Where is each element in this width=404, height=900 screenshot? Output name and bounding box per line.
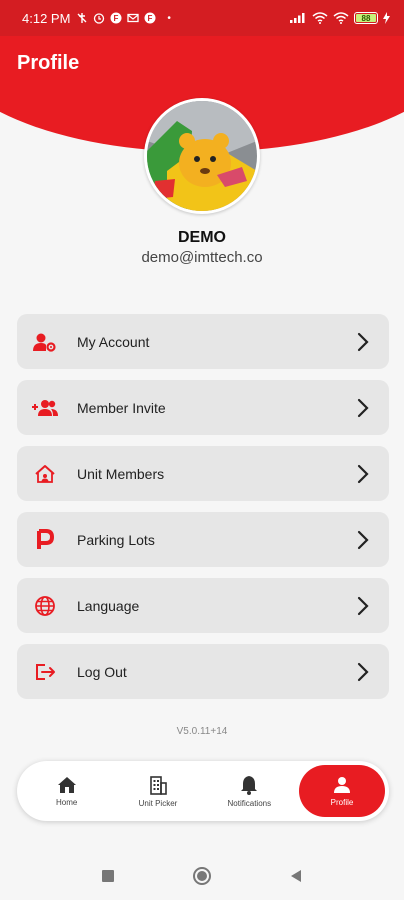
menu-item-parking-lots[interactable]: Parking Lots bbox=[17, 512, 389, 567]
page-title: Profile bbox=[17, 52, 80, 74]
user-name: DEMO bbox=[178, 229, 226, 246]
nav-label: Unit Picker bbox=[138, 798, 178, 808]
wifi-icon bbox=[333, 12, 349, 24]
charging-icon bbox=[383, 12, 390, 24]
menu-item-label: Log Out bbox=[77, 663, 127, 680]
signal-icon bbox=[290, 13, 305, 23]
alarm-icon bbox=[94, 13, 105, 24]
globe-icon bbox=[31, 592, 59, 620]
back-button[interactable] bbox=[286, 866, 306, 886]
menu-item-label: Member Invite bbox=[77, 399, 166, 416]
avatar[interactable] bbox=[144, 98, 260, 214]
app-notification-icon: F bbox=[144, 12, 156, 24]
square-icon bbox=[102, 870, 114, 882]
nav-notifications[interactable]: Notifications bbox=[204, 765, 295, 817]
nav-label: Home bbox=[55, 797, 78, 807]
home-system-button[interactable] bbox=[192, 866, 212, 886]
home-user-icon bbox=[31, 460, 59, 488]
bottom-nav: Home Unit Picker Notifications Profile bbox=[17, 761, 389, 821]
recents-button[interactable] bbox=[98, 866, 118, 886]
add-users-icon bbox=[31, 394, 59, 422]
app-version: V5.0.11+14 bbox=[176, 726, 228, 737]
profile-menu: My Account Member Invite Unit Members Pa… bbox=[17, 314, 389, 710]
nav-label: Notifications bbox=[227, 798, 272, 808]
chevron-right-icon bbox=[357, 662, 369, 681]
parking-icon bbox=[31, 526, 59, 554]
back-triangle-icon bbox=[291, 870, 301, 882]
avatar-image bbox=[147, 101, 257, 211]
menu-item-member-invite[interactable]: Member Invite bbox=[17, 380, 389, 435]
user-email: demo@imttech.co bbox=[141, 249, 263, 266]
svg-text:F: F bbox=[148, 14, 153, 23]
menu-item-language[interactable]: Language bbox=[17, 578, 389, 633]
nav-home[interactable]: Home bbox=[21, 765, 112, 817]
battery-icon: 88 bbox=[354, 12, 378, 24]
chevron-right-icon bbox=[357, 464, 369, 483]
status-time: 4:12 PM bbox=[22, 10, 71, 26]
nav-label: Profile bbox=[330, 797, 354, 807]
circle-icon bbox=[193, 867, 211, 885]
chevron-right-icon bbox=[357, 398, 369, 417]
menu-item-label: Unit Members bbox=[77, 465, 165, 482]
chevron-right-icon bbox=[357, 332, 369, 351]
nav-profile[interactable]: Profile bbox=[298, 765, 385, 817]
chevron-right-icon bbox=[357, 596, 369, 615]
menu-item-my-account[interactable]: My Account bbox=[17, 314, 389, 369]
menu-item-unit-members[interactable]: Unit Members bbox=[17, 446, 389, 501]
status-bar: 4:12 PM F F • 88 bbox=[0, 0, 404, 36]
menu-item-label: My Account bbox=[77, 333, 150, 350]
mute-icon bbox=[77, 13, 87, 23]
user-gear-icon bbox=[31, 328, 59, 356]
menu-item-label: Language bbox=[77, 597, 140, 614]
app-notification-icon: F bbox=[110, 12, 122, 24]
mail-icon bbox=[127, 13, 140, 23]
chevron-right-icon bbox=[357, 530, 369, 549]
system-navigation-bar bbox=[0, 852, 404, 900]
battery-level: 88 bbox=[361, 13, 371, 23]
logout-icon bbox=[31, 658, 59, 686]
wifi-icon bbox=[312, 12, 328, 24]
menu-item-label: Parking Lots bbox=[77, 531, 155, 548]
nav-unit-picker[interactable]: Unit Picker bbox=[112, 765, 203, 817]
person-icon bbox=[333, 776, 350, 793]
home-icon bbox=[57, 776, 76, 793]
building-icon bbox=[150, 775, 167, 795]
bell-icon bbox=[241, 775, 258, 795]
menu-item-log-out[interactable]: Log Out bbox=[17, 644, 389, 699]
svg-text:F: F bbox=[114, 14, 119, 23]
